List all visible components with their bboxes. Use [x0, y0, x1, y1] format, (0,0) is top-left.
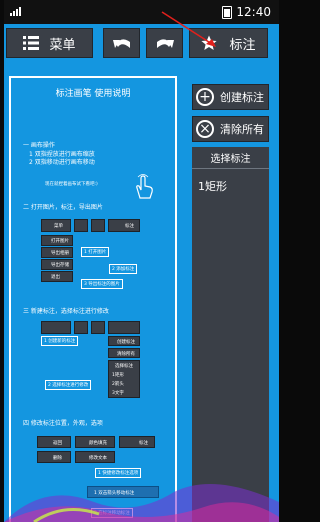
create-mark-button[interactable]: + 创建标注: [192, 84, 269, 110]
mark-list-title: 选择标注: [192, 147, 269, 169]
guide-mini-undo-2: [74, 321, 88, 334]
guide-mini-import-label: 导出相册: [51, 251, 69, 256]
decorative-swirl: [4, 484, 279, 522]
hand-gesture-icon: [136, 174, 153, 199]
guide-mini-mark-3: 标注: [119, 436, 155, 448]
guide-callout-create: 1 创建新的标注: [41, 336, 79, 346]
guide-mini-redo-2: [91, 321, 105, 334]
guide-mini-select-list: 选择标注 1矩形 2箭头 3文字: [108, 360, 140, 398]
guide-mini-export-label: 导出存储: [51, 263, 69, 268]
guide-mini-menu-label: 菜单: [54, 224, 63, 229]
mark-label: 标注: [229, 37, 256, 53]
guide-section4-heading: 四 修改标注位置，外观，选项: [23, 420, 103, 427]
mark-list-panel: 选择标注 1矩形: [192, 147, 269, 522]
guide-mini-exit-label: 退出: [51, 275, 60, 280]
clear-all-button[interactable]: × 清除所有: [192, 116, 269, 142]
menu-icon: [23, 36, 40, 50]
guide-mini-undo: [74, 219, 88, 232]
guide-section1-heading: 一 画布操作: [23, 142, 55, 149]
menu-label: 菜单: [49, 37, 76, 53]
guide-mini-delete: 删除: [37, 451, 71, 463]
guide-mini-clear-label: 清除所有: [117, 352, 135, 357]
guide-mini-create: 创建标注: [108, 336, 140, 346]
guide-mini-open-label: 打开图片: [51, 239, 69, 244]
guide-mini-mark-2: [108, 321, 140, 334]
signal-icon: [10, 7, 21, 16]
status-bar: 12:40: [4, 0, 279, 24]
mark-list-item[interactable]: 1矩形: [192, 169, 269, 203]
guide-mini-open: 打开图片: [41, 235, 73, 246]
guide-section1-line2: 2 双指移动进行画布移动: [29, 159, 95, 166]
clear-all-label: 清除所有: [220, 123, 264, 136]
guide-mini-text-label: 修改文本: [89, 456, 107, 461]
guide-mini-import: 导出相册: [41, 247, 73, 258]
red-arrow-annotation: [161, 11, 216, 47]
guide-mini-menu: 菜单: [41, 219, 71, 232]
guide-mini-menu-2: [41, 321, 71, 334]
guide-callout-open: 1 打开图片: [81, 247, 110, 257]
guide-mini-redo: [91, 219, 105, 232]
guide-mini-create-label: 创建标注: [117, 340, 135, 345]
create-mark-label: 创建标注: [220, 91, 264, 104]
guide-callout-select: 2 选择标注进行修改: [45, 380, 92, 390]
guide-mini-back: 返回: [37, 436, 71, 448]
guide-mini-select-title: 选择标注: [115, 364, 133, 369]
battery-icon: [222, 5, 233, 19]
device-frame-right: [279, 0, 283, 522]
guide-mini-color: 颜色填充: [75, 436, 115, 448]
guide-section3-heading: 三 新建标注，选择标注进行修改: [23, 308, 109, 315]
guide-section2-heading: 二 打开图片，标注，导出图片: [23, 204, 103, 211]
guide-mini-back-label: 返回: [53, 441, 62, 446]
guide-mini-item-3: 3文字: [112, 391, 124, 396]
toolbar: 菜单 标注: [6, 28, 277, 58]
guide-mini-delete-label: 删除: [53, 456, 62, 461]
guide-mini-text: 修改文本: [75, 451, 115, 463]
guide-mini-item-1: 1矩形: [112, 373, 124, 378]
menu-button[interactable]: 菜单: [6, 28, 93, 58]
status-time: 12:40: [236, 5, 271, 19]
device-frame-left: [0, 0, 4, 522]
usage-guide-card[interactable]: 标注画笔 使用说明 一 画布操作 1 双指捏放进行画布缩放 2 双指移动进行画布…: [9, 76, 177, 522]
guide-mini-clear: 清除所有: [108, 348, 140, 358]
guide-callout-export: 3 导出标注的图片: [81, 279, 123, 289]
plus-circle-icon: +: [196, 88, 214, 106]
guide-mini-mark-label: 标注: [125, 224, 134, 229]
guide-callout-add: 2 添加标注: [109, 264, 138, 274]
guide-mini-item-2: 2箭头: [112, 382, 124, 387]
guide-section1-tip: 现在就捏着画布试下看吧:): [45, 182, 98, 187]
close-circle-icon: ×: [196, 120, 214, 138]
guide-mini-color-label: 颜色填充: [89, 441, 107, 446]
guide-mini-exit: 退出: [41, 271, 73, 282]
guide-mini-export: 导出存储: [41, 259, 73, 270]
undo-icon: [112, 39, 130, 48]
guide-section1-line1: 1 双指捏放进行画布缩放: [29, 151, 95, 158]
guide-title: 标注画笔 使用说明: [55, 89, 131, 99]
guide-mini-mark: 标注: [108, 219, 140, 232]
undo-button[interactable]: [103, 28, 140, 58]
guide-mini-mark-3-label: 标注: [139, 441, 148, 446]
